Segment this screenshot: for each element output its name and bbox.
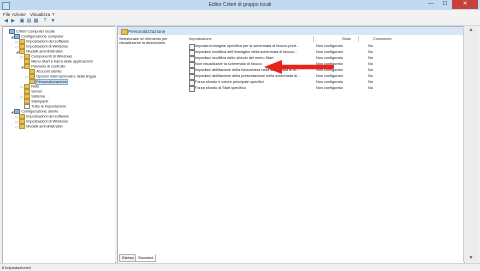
panel-title: Personalizzazione xyxy=(128,29,165,34)
title-bar[interactable]: Editor Criteri di gruppo locali — ☐ ✕ xyxy=(0,0,480,10)
window-title: Editor Criteri di gruppo locali xyxy=(0,2,480,8)
menu-azione[interactable]: Azione xyxy=(12,12,26,17)
folder-up-icon[interactable]: ▣ xyxy=(19,18,25,24)
policy-state: Non configurato xyxy=(316,80,343,84)
policy-setting-icon xyxy=(189,86,195,92)
gpedit-window: Editor Criteri di gruppo locali — ☐ ✕ Fi… xyxy=(0,0,480,270)
vertical-scrollbar[interactable]: ▲ ▼ xyxy=(463,26,478,262)
column-header-state[interactable]: Stato xyxy=(342,37,351,42)
minimize-button[interactable]: — xyxy=(424,0,438,9)
menu-bar: File Azione Visualizza ? xyxy=(0,10,480,17)
arrow-left-icon[interactable]: ◀ xyxy=(3,18,9,24)
tab-estesa[interactable]: Estesa xyxy=(119,254,137,262)
tree-item-label: Personalizzazione xyxy=(36,80,67,84)
filter-icon[interactable]: ▼ xyxy=(50,18,56,24)
policy-comment: No xyxy=(368,62,373,66)
export-list-icon[interactable]: ▦ xyxy=(33,18,39,24)
scroll-down-icon[interactable]: ▼ xyxy=(464,254,478,262)
policy-state: Non configurato xyxy=(316,44,343,48)
column-header-comment[interactable]: Commento xyxy=(373,37,392,42)
policy-setting-name: Impedisci modifica dell'immagine della s… xyxy=(195,50,309,54)
policy-state: Non configurato xyxy=(316,50,343,54)
policy-comment: No xyxy=(368,68,373,72)
tab-standard[interactable]: Standard xyxy=(135,254,156,262)
menu-help[interactable]: ? xyxy=(52,12,55,17)
policy-setting-name: Imposta immagine specifica per la scherm… xyxy=(195,44,309,48)
column-header-setting[interactable]: Impostazione xyxy=(189,37,212,42)
policy-comment: No xyxy=(368,44,373,48)
menu-visualizza[interactable]: Visualizza xyxy=(30,12,50,17)
tree-item-label: Modelli amministrativi xyxy=(26,125,62,129)
scroll-up-icon[interactable]: ▲ xyxy=(464,26,478,34)
policy-setting-name: Forza sfondo e colore principale specifi… xyxy=(195,80,309,84)
red-arrow-annotation xyxy=(262,60,334,78)
policy-state: Non configurato xyxy=(316,86,343,90)
help-icon[interactable]: ? xyxy=(42,18,48,24)
policy-comment: No xyxy=(368,86,373,90)
policy-setting-name: Forza sfondo di Start specifico xyxy=(195,86,309,90)
policy-comment: No xyxy=(368,50,373,54)
close-button[interactable]: ✕ xyxy=(452,0,478,9)
policy-comment: No xyxy=(368,80,373,84)
console-tree[interactable]: Criteri Computer locale◢Configurazione c… xyxy=(2,26,116,264)
arrow-right-icon[interactable]: ▶ xyxy=(10,18,16,24)
tree-item[interactable]: ▷Modelli amministrativi xyxy=(15,124,62,129)
maximize-button[interactable]: ☐ xyxy=(438,0,452,9)
folder-icon xyxy=(121,29,128,35)
policy-comment: No xyxy=(368,74,373,78)
panel-header: Personalizzazione xyxy=(118,27,464,35)
policy-row[interactable]: Forza sfondo di Start specifico Non confi… xyxy=(118,85,464,91)
menu-file[interactable]: File xyxy=(3,12,10,17)
policy-comment: No xyxy=(368,56,373,60)
view-tabs: Estesa Standard xyxy=(117,254,463,262)
status-text: 8 impostazione/i xyxy=(2,265,31,270)
show-hide-tree-icon[interactable]: ▤ xyxy=(26,18,32,24)
toolbar: ◀ ▶ ▣ ▤ ▦ ? ▼ xyxy=(0,17,480,26)
folder-icon xyxy=(19,124,25,129)
